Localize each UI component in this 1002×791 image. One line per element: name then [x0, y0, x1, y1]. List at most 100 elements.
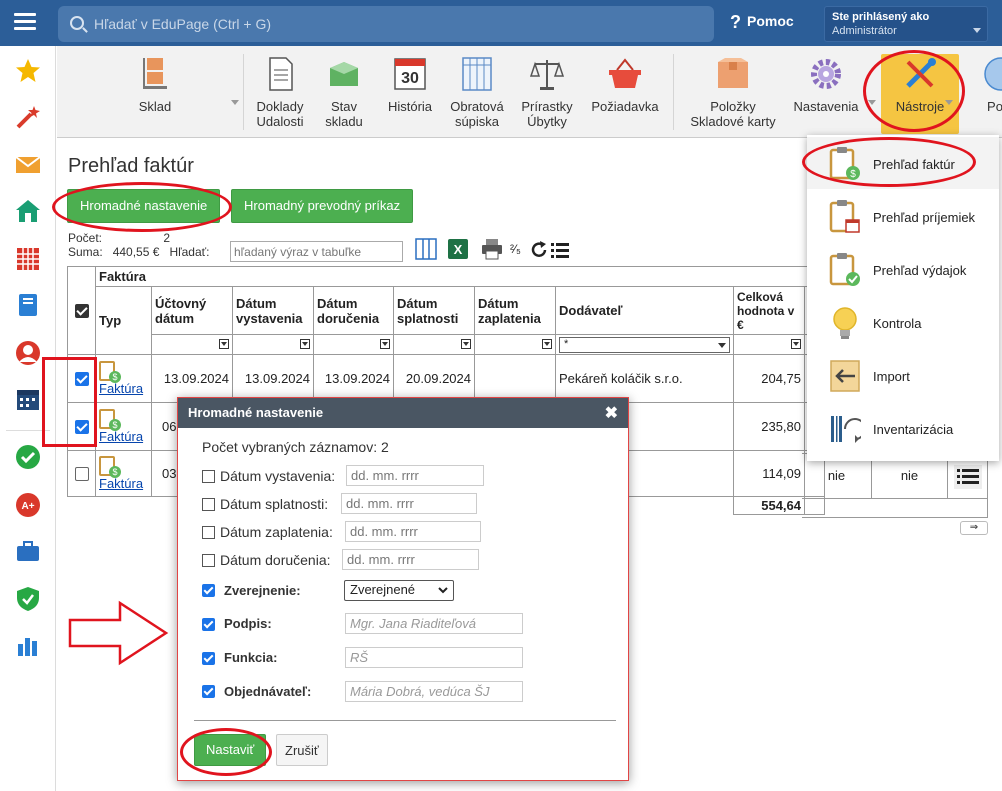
col-accounting-date[interactable]: Účtovný dátum	[151, 286, 233, 335]
toolbar-historia[interactable]: 30 História	[381, 56, 439, 114]
signature-checkbox[interactable]	[202, 618, 215, 631]
star-icon[interactable]	[15, 58, 41, 84]
shield-icon[interactable]	[15, 586, 41, 612]
orderer-checkbox[interactable]	[202, 685, 215, 698]
chevron-down-icon[interactable]	[231, 100, 239, 105]
table-search-input[interactable]	[230, 241, 403, 262]
row-type-cell[interactable]: Faktúra	[95, 402, 152, 451]
print-icon[interactable]	[480, 237, 504, 261]
menu-item-receipts[interactable]: Prehľad príjemiek	[807, 190, 999, 242]
toolbar-po[interactable]: Po	[975, 56, 1002, 114]
excel-icon[interactable]: X	[446, 237, 470, 261]
calendar-day-number: 30	[401, 70, 419, 87]
statistics-icon[interactable]	[15, 632, 41, 658]
count-value: 2	[163, 231, 171, 245]
col-due-date[interactable]: Dátum splatnosti	[393, 286, 475, 335]
col-delivery-date[interactable]: Dátum doručenia	[313, 286, 394, 335]
supplier-filter-select[interactable]: *	[559, 336, 730, 353]
col-type[interactable]: Typ	[95, 286, 152, 355]
filter-icon[interactable]	[461, 339, 471, 349]
select-all-checkbox[interactable]	[74, 304, 89, 319]
help-label: Pomoc	[747, 13, 794, 29]
filter-icon[interactable]	[791, 339, 801, 349]
mail-icon[interactable]	[15, 152, 41, 178]
filter-cell[interactable]	[232, 334, 314, 355]
help-button[interactable]: ? Pomoc	[730, 12, 794, 33]
row-checkbox[interactable]	[74, 467, 89, 482]
filter-cell[interactable]	[393, 334, 475, 355]
hamburger-menu-icon[interactable]	[14, 13, 36, 31]
user-menu[interactable]: Ste prihlásený ako Administrátor	[824, 6, 988, 42]
paid-date-input[interactable]	[345, 521, 481, 542]
pagination-fraction-icon[interactable]: ²⁄₅	[510, 242, 521, 256]
toolbar-doklady[interactable]: Doklady Udalosti	[247, 56, 313, 129]
menu-item-issues[interactable]: Prehľad výdajok	[807, 243, 999, 295]
col-paid-date[interactable]: Dátum zaplatenia	[474, 286, 556, 335]
refresh-icon[interactable]	[530, 241, 548, 259]
briefcase-icon[interactable]	[15, 538, 41, 564]
table-row[interactable]: Faktúra 13.09.2024 13.09.2024 13.09.2024…	[67, 354, 825, 403]
row-type-cell[interactable]: Faktúra	[95, 450, 152, 497]
invoice-link[interactable]: Faktúra	[99, 429, 143, 444]
toolbar-polozky[interactable]: Položky Skladové karty	[685, 56, 781, 129]
due-date-input[interactable]	[341, 493, 477, 514]
filter-cell[interactable]	[733, 334, 805, 355]
toolbar-prirastky[interactable]: Prírastky Úbytky	[515, 56, 579, 129]
list-icon[interactable]	[551, 242, 569, 258]
notebook-icon[interactable]	[15, 292, 41, 318]
col-total[interactable]: Celková hodnota v €	[733, 286, 805, 335]
columns-icon[interactable]	[414, 237, 438, 261]
row-type-cell[interactable]: Faktúra	[95, 354, 152, 403]
row-menu-icon[interactable]	[954, 465, 982, 489]
global-search-input[interactable]	[94, 6, 694, 42]
grade-icon[interactable]: A+	[15, 492, 41, 518]
toolbar-obratova[interactable]: Obratová súpiska	[445, 56, 509, 129]
basket-icon	[609, 58, 641, 88]
filter-icon[interactable]	[300, 339, 310, 349]
bulk-transfer-button[interactable]: Hromadný prevodný príkaz	[231, 189, 414, 223]
close-icon[interactable]: ✖	[605, 403, 618, 423]
orderer-input[interactable]	[345, 681, 523, 702]
select-all-cell[interactable]	[67, 266, 96, 355]
check-badge-icon[interactable]	[15, 444, 41, 470]
publish-label: Zverejnenie:	[224, 583, 301, 598]
toolbar-stav-skladu[interactable]: Stav skladu	[317, 56, 371, 129]
scroll-right-button[interactable]: ⇒	[960, 521, 988, 535]
function-checkbox[interactable]	[202, 652, 215, 665]
invoice-link[interactable]: Faktúra	[99, 381, 143, 396]
toolbar-sklad[interactable]: Sklad	[123, 56, 187, 114]
delivery-date-checkbox[interactable]	[202, 554, 215, 567]
paid-date-checkbox[interactable]	[202, 526, 215, 539]
col-supplier[interactable]: Dodávateľ	[555, 286, 734, 335]
calendar-icon[interactable]	[15, 386, 41, 412]
publish-select[interactable]: Zverejnené	[344, 580, 454, 601]
issued-date-input[interactable]	[346, 465, 484, 486]
filter-cell[interactable]	[151, 334, 233, 355]
magic-wand-icon[interactable]	[15, 104, 41, 130]
menu-item-import[interactable]: Import	[807, 349, 999, 401]
menu-item-control[interactable]: Kontrola	[807, 296, 999, 348]
toolbar-poziadavka[interactable]: Požiadavka	[585, 56, 665, 114]
delivery-date-input[interactable]	[342, 549, 479, 570]
timetable-icon[interactable]	[15, 246, 41, 272]
filter-icon[interactable]	[542, 339, 552, 349]
filter-cell[interactable]	[474, 334, 556, 355]
invoice-link[interactable]: Faktúra	[99, 476, 143, 491]
function-input[interactable]	[345, 647, 523, 668]
toolbar-nastavenia[interactable]: Nastavenia	[787, 56, 865, 114]
menu-item-inventory[interactable]: Inventarizácia	[807, 402, 999, 454]
signature-input[interactable]	[345, 613, 523, 634]
filter-icon[interactable]	[219, 339, 229, 349]
filter-icon[interactable]	[380, 339, 390, 349]
due-date-checkbox[interactable]	[202, 498, 215, 511]
home-icon[interactable]	[15, 198, 41, 224]
supplier-filter-cell[interactable]: *	[555, 334, 734, 355]
cancel-button[interactable]: Zrušiť	[276, 734, 328, 766]
col-issued-date[interactable]: Dátum vystavenia	[232, 286, 314, 335]
publish-checkbox[interactable]	[202, 584, 215, 597]
issued-date-checkbox[interactable]	[202, 470, 215, 483]
row-select-cell[interactable]	[67, 450, 96, 497]
filter-cell[interactable]	[313, 334, 394, 355]
user-icon[interactable]	[15, 340, 41, 366]
global-search[interactable]	[58, 6, 714, 42]
